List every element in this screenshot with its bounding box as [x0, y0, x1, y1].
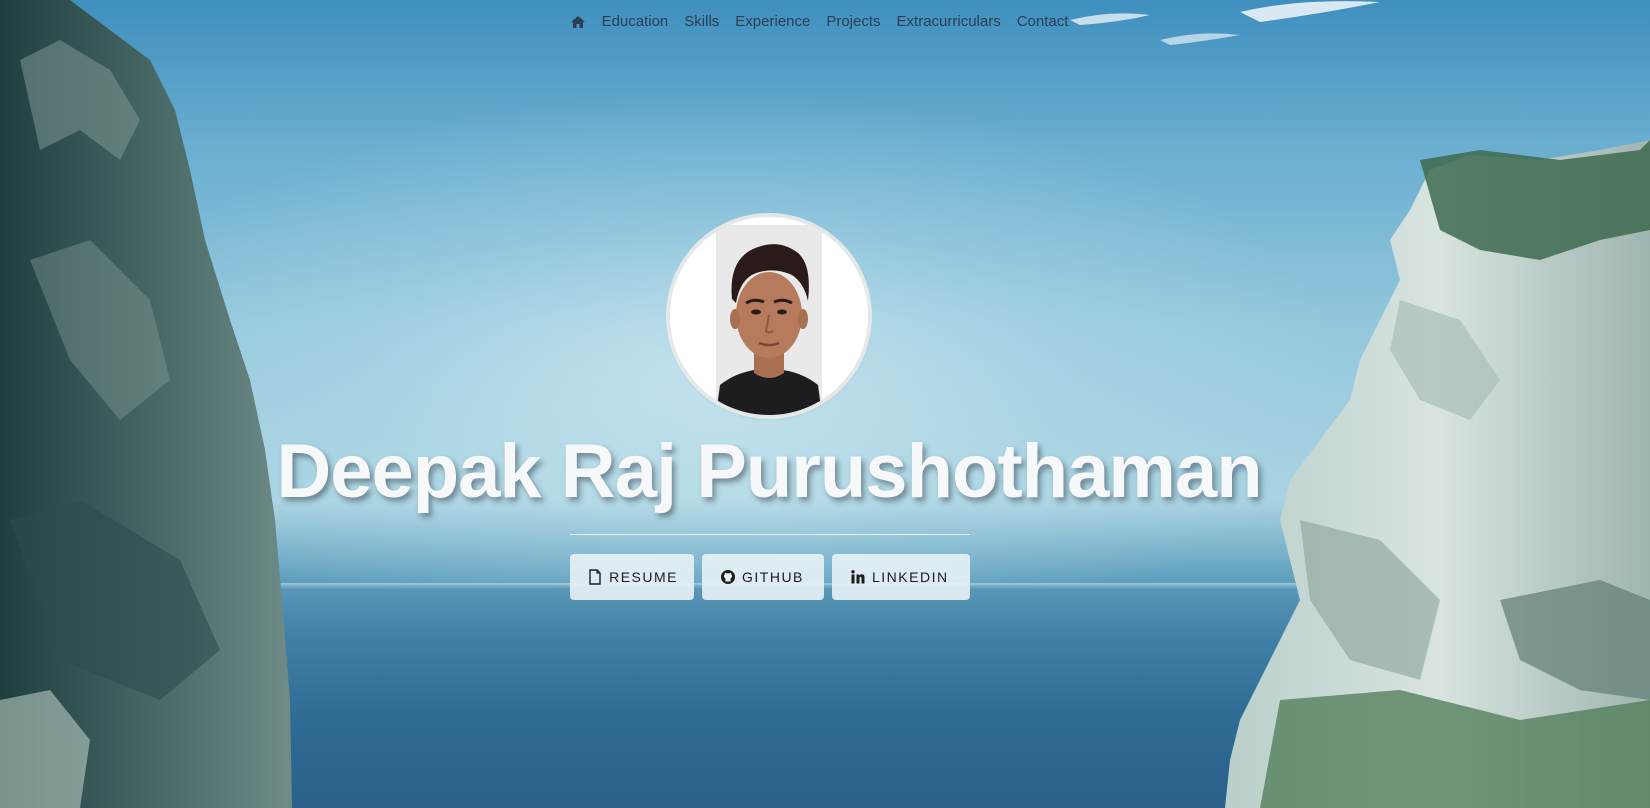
nav-item-contact[interactable]: Contact	[1009, 13, 1077, 30]
nav-item-projects[interactable]: Projects	[818, 13, 888, 30]
github-icon	[720, 569, 736, 585]
nav-item-education[interactable]: Education	[594, 13, 677, 30]
nav-item-extracurriculars[interactable]: Extracurriculars	[889, 13, 1009, 30]
home-icon[interactable]	[562, 14, 594, 30]
cliffs-background	[0, 0, 1650, 808]
resume-button-label: RESUME	[609, 569, 678, 585]
hero-section: Education Skills Experience Projects Ext…	[0, 0, 1650, 808]
avatar	[670, 217, 868, 415]
nav-item-skills[interactable]: Skills	[676, 13, 727, 30]
profile-photo	[670, 217, 868, 415]
name-divider	[570, 534, 970, 535]
file-icon	[588, 569, 603, 585]
hero-buttons: RESUME GITHUB LINKEDIN	[570, 554, 970, 600]
github-button[interactable]: GITHUB	[702, 554, 824, 600]
top-nav: Education Skills Experience Projects Ext…	[0, 13, 1650, 30]
github-button-label: GITHUB	[742, 569, 804, 585]
linkedin-icon	[850, 569, 866, 585]
nav-item-experience[interactable]: Experience	[727, 13, 818, 30]
linkedin-button-label: LINKEDIN	[872, 569, 949, 585]
resume-button[interactable]: RESUME	[570, 554, 694, 600]
linkedin-button[interactable]: LINKEDIN	[832, 554, 970, 600]
hero-name: Deepak Raj Purushothaman	[276, 429, 1262, 514]
